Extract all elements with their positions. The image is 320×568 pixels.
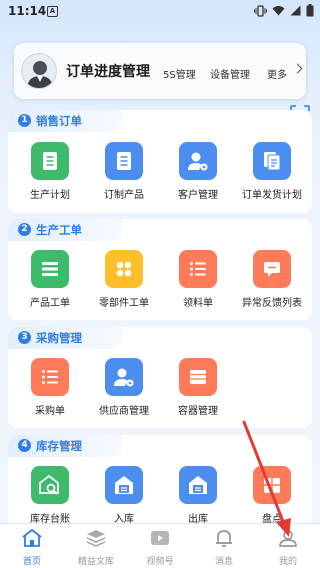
vibrate-icon — [254, 4, 267, 17]
menu-item-label: 异常反馈列表 — [242, 298, 302, 309]
section-production-work-order: 2 生产工单 产品工单 零部件工单 领料单 异常反馈列表 — [8, 219, 312, 320]
menu-item-label: 供应商管理 — [99, 406, 149, 417]
menu-item-purchase-order[interactable]: 采购单 — [12, 358, 88, 417]
section-header: 4 库存管理 — [8, 435, 123, 457]
menu-item-supplier-management[interactable]: 供应商管理 — [86, 358, 162, 417]
menu-item-label: 产品工单 — [30, 298, 70, 309]
bell-icon — [216, 530, 232, 547]
section-title: 库存管理 — [36, 439, 82, 453]
section-header: 2 生产工单 — [8, 219, 123, 241]
message-icon — [253, 250, 291, 288]
nav-label: 视频号 — [146, 557, 174, 567]
grid-dots-icon — [105, 250, 143, 288]
menu-item-custom-product[interactable]: 订制产品 — [86, 142, 162, 201]
menu-item-parts-work-order[interactable]: 零部件工单 — [86, 250, 162, 309]
menu-item-label: 零部件工单 — [99, 298, 149, 309]
warehouse-search-icon — [31, 466, 69, 504]
nav-label: 精益文库 — [77, 557, 114, 567]
menu-item-product-work-order[interactable]: 产品工单 — [12, 250, 88, 309]
list-icon — [179, 250, 217, 288]
layers-icon — [86, 530, 106, 547]
document-icon — [31, 142, 69, 180]
menu-item-inventory-ledger[interactable]: 库存台账 — [12, 466, 88, 525]
section-header: 1 销售订单 — [8, 110, 123, 132]
menu-item-exception-feedback[interactable]: 异常反馈列表 — [234, 250, 310, 309]
menu-item-stocktaking[interactable]: 盘点 — [234, 466, 310, 525]
menu-item-label: 生产计划 — [30, 190, 70, 201]
menu-item-order-shipping-plan[interactable]: 订单发货计划 — [234, 142, 310, 201]
signal-icon — [290, 5, 301, 16]
header-card: 订单进度管理 5S管理 设备管理 更多 — [14, 43, 306, 99]
video-icon — [151, 531, 169, 545]
menu-item-label: 领料单 — [183, 298, 213, 309]
section-number: 1 — [18, 114, 31, 127]
list-icon — [31, 358, 69, 396]
home-icon — [22, 528, 42, 547]
menu-item-production-plan[interactable]: 生产计划 — [12, 142, 88, 201]
section-sales-order: 1 销售订单 生产计划 订制产品 客户管理 订单发货计划 — [8, 110, 312, 213]
section-number: 3 — [18, 331, 31, 344]
document-icon — [105, 142, 143, 180]
tab-equipment[interactable]: 设备管理 — [210, 66, 250, 81]
menu-item-customer-management[interactable]: 客户管理 — [160, 142, 236, 201]
section-inventory: 4 库存管理 库存台账 入库 出库 盘点 — [8, 435, 312, 535]
user-gear-icon — [179, 142, 217, 180]
nav-label: 首页 — [22, 557, 41, 567]
chevron-right-icon[interactable] — [292, 63, 303, 74]
section-number: 4 — [18, 439, 31, 452]
menu-item-material-requisition[interactable]: 领料单 — [160, 250, 236, 309]
nav-home[interactable]: 首页 — [0, 528, 64, 567]
battery-icon — [306, 4, 314, 17]
nav-library[interactable]: 精益文库 — [64, 528, 128, 567]
warehouse-out-icon — [179, 466, 217, 504]
nav-video[interactable]: 视频号 — [128, 528, 192, 567]
section-title: 销售订单 — [36, 114, 82, 128]
menu-item-stock-out[interactable]: 出库 — [160, 466, 236, 525]
section-title: 生产工单 — [36, 223, 82, 237]
copy-document-icon — [253, 142, 291, 180]
wifi-icon — [272, 6, 285, 16]
notification-a-icon: A — [47, 6, 58, 17]
status-time: 11:14 — [8, 4, 47, 18]
menu-item-stock-in[interactable]: 入库 — [86, 466, 162, 525]
menu-item-label: 订单发货计划 — [242, 190, 302, 201]
bottom-nav: 首页 精益文库 视频号 消息 我的 — [0, 523, 320, 568]
menu-item-label: 采购单 — [35, 406, 65, 417]
menu-item-label: 客户管理 — [178, 190, 218, 201]
section-procurement: 3 采购管理 采购单 供应商管理 容器管理 — [8, 327, 312, 428]
table-icon — [179, 358, 217, 396]
inventory-icon — [253, 466, 291, 504]
tab-more[interactable]: 更多 — [267, 66, 287, 81]
nav-label: 消息 — [214, 557, 233, 567]
page-title[interactable]: 订单进度管理 — [66, 61, 150, 81]
user-gear-icon — [105, 358, 143, 396]
tab-5s[interactable]: 5S管理 — [163, 66, 196, 81]
section-number: 2 — [18, 223, 31, 236]
profile-icon — [279, 530, 297, 547]
menu-item-container-management[interactable]: 容器管理 — [160, 358, 236, 417]
section-title: 采购管理 — [36, 331, 82, 345]
nav-messages[interactable]: 消息 — [192, 528, 256, 567]
menu-item-label: 订制产品 — [104, 190, 144, 201]
nav-label: 我的 — [278, 557, 297, 567]
warehouse-in-icon — [105, 466, 143, 504]
list-icon — [31, 250, 69, 288]
menu-item-label: 容器管理 — [178, 406, 218, 417]
status-bar: 11:14 A — [0, 0, 320, 24]
avatar[interactable] — [21, 53, 57, 89]
section-header: 3 采购管理 — [8, 327, 123, 349]
nav-profile[interactable]: 我的 — [256, 528, 320, 567]
